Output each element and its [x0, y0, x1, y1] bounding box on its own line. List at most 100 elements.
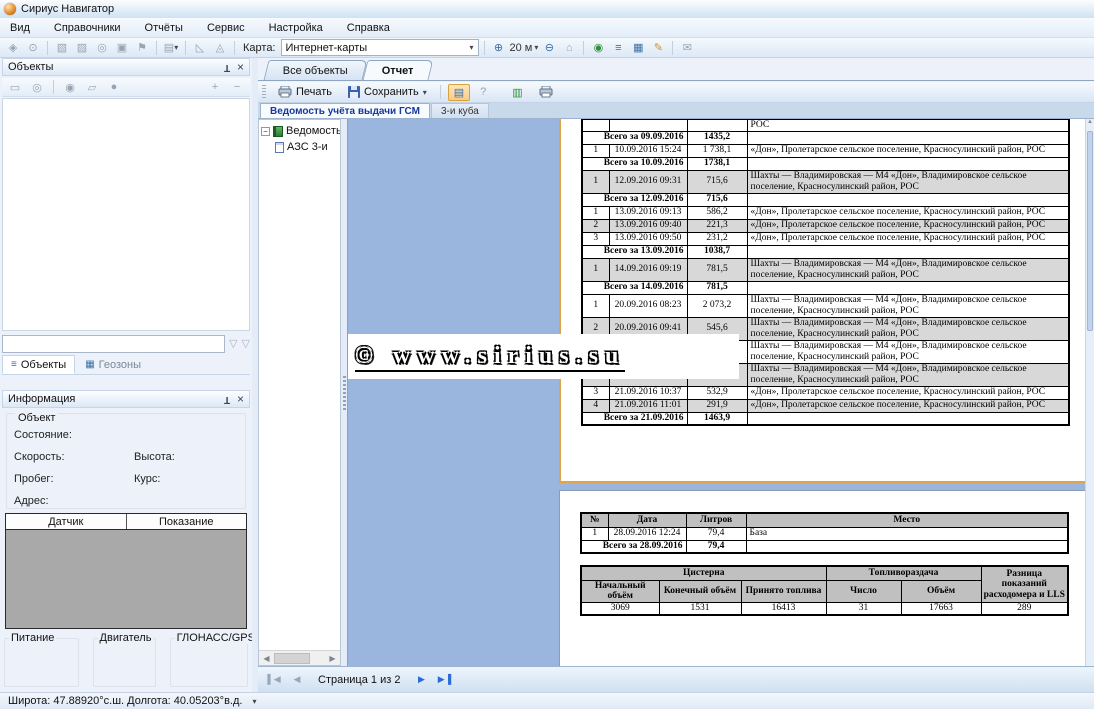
map-select-icon[interactable]: ▧ [53, 40, 71, 56]
home-icon[interactable]: ⌂ [560, 40, 578, 56]
list-icon: ≡ [11, 359, 17, 370]
tree-horizontal-scrollbar[interactable]: ◀ ▶ [259, 650, 340, 665]
report-book-button[interactable]: ▥ [506, 84, 528, 101]
report-total-row: Всего за 09.09.20161435,2 [582, 131, 1069, 144]
object-group-label: Объект [15, 412, 58, 424]
scroll-left-icon[interactable]: ◀ [259, 654, 274, 663]
tab-all-objects[interactable]: Все объекты [264, 60, 368, 80]
save-button-label: Сохранить [364, 86, 419, 98]
close-icon[interactable]: × [237, 62, 244, 73]
menu-item-0[interactable]: Вид [10, 22, 30, 34]
layers-icon[interactable]: ▤▾ [162, 40, 180, 56]
zoom-select-icon[interactable]: ⊙ [24, 40, 42, 56]
report-vertical-scrollbar[interactable]: ▲ [1085, 119, 1094, 666]
toolbar-grip[interactable] [262, 85, 266, 99]
menu-item-4[interactable]: Настройка [269, 22, 323, 34]
report-total-row: Всего за 14.09.2016781,5 [582, 281, 1069, 294]
zoom-in-icon[interactable]: ⊕ [490, 40, 508, 56]
tab-objects-label: Объекты [21, 359, 66, 371]
left-dock: Объекты T × ▭ ◎ ◉ ▱ ● + − ▽ ▽ ≡ Объекты … [0, 58, 252, 692]
print-button-label: Печать [296, 86, 332, 98]
scroll-thumb[interactable] [274, 653, 310, 664]
edit-icon[interactable]: ✎ [649, 40, 667, 56]
next-page-button[interactable]: ▶ [411, 671, 431, 689]
objects-panel-title: Объекты [8, 61, 53, 73]
save-button[interactable]: Сохранить ▾ [342, 84, 433, 100]
tree-item-child-label: АЗС 3-и [287, 141, 328, 153]
scroll-thumb[interactable] [1087, 131, 1093, 331]
filter-icon[interactable]: ▽ [229, 337, 237, 350]
toolbar-separator [156, 41, 157, 55]
tree-item-root-label: Ведомость [286, 125, 341, 137]
mail-icon[interactable]: ✉ [678, 40, 696, 56]
rect-select-icon[interactable]: ▣ [113, 40, 131, 56]
remove-object-icon[interactable]: − [228, 79, 246, 95]
objects-list[interactable] [2, 98, 250, 331]
report-total-row: Всего за 13.09.20161038,7 [582, 245, 1069, 258]
tab-report[interactable]: Отчет [362, 60, 433, 80]
tab-geozones[interactable]: ▦ Геозоны [77, 355, 149, 374]
tab-geozones-label: Геозоны [99, 359, 141, 371]
scroll-up-icon[interactable]: ▲ [1086, 119, 1094, 129]
menu-item-5[interactable]: Справка [347, 22, 390, 34]
last-page-button[interactable]: ▶▐ [434, 671, 454, 689]
map-source-select[interactable]: Интернет-карты ▾ [281, 39, 479, 56]
flag-icon[interactable]: ⚑ [133, 40, 151, 56]
route-icon[interactable]: ▨ [73, 40, 91, 56]
globe-icon[interactable]: ◉ [589, 40, 607, 56]
status-dropdown-icon[interactable]: ▾ [252, 697, 256, 706]
filter-clear-icon[interactable]: ▽ [242, 337, 250, 350]
measure-icon[interactable]: ◺ [191, 40, 209, 56]
menu-item-2[interactable]: Отчёты [145, 22, 183, 34]
report-tab-secondary[interactable]: 3-и куба [431, 103, 489, 118]
geozone-icon[interactable]: ▦ [629, 40, 647, 56]
fuel-issue-table-page2: №ДатаЛитровМесто128.09.2016 12:2479,4Баз… [580, 512, 1069, 554]
close-icon[interactable]: × [237, 394, 244, 405]
report-tab-active[interactable]: Ведомость учёта выдачи ГСМ [260, 103, 430, 118]
first-page-button[interactable]: ▌◀ [264, 671, 284, 689]
sensor-table-header: Датчик Показание [6, 514, 246, 530]
toolbar-separator [440, 85, 441, 99]
address-label: Адрес: [14, 495, 49, 507]
pin-icon[interactable]: T [224, 62, 230, 73]
scale-select[interactable]: 20 м ▾ [510, 42, 539, 54]
floppy-icon [348, 86, 360, 98]
menu-item-3[interactable]: Сервис [207, 22, 245, 34]
toggle-parameters-button[interactable]: ▤ [448, 84, 470, 101]
tree-expander-icon[interactable]: − [261, 127, 270, 136]
menu-item-1[interactable]: Справочники [54, 22, 121, 34]
engine-label: Двигатель [98, 632, 154, 644]
circle-select-icon[interactable]: ◎ [93, 40, 111, 56]
sphere-icon[interactable]: ● [105, 79, 123, 95]
vehicle-icon[interactable]: ▱ [83, 79, 101, 95]
tab-objects[interactable]: ≡ Объекты [2, 355, 75, 374]
truck-icon[interactable]: ▭ [6, 79, 24, 95]
tree-item-vedomost[interactable]: − Ведомость [259, 123, 340, 139]
pan-icon[interactable]: ◈ [4, 40, 22, 56]
object-list-icon[interactable]: ≡ [609, 40, 627, 56]
report-viewport[interactable]: РОСВсего за 09.09.20161435,2110.09.2016 … [347, 119, 1086, 666]
altitude-label: Высота: [134, 451, 175, 463]
zoom-out-icon[interactable]: ⊖ [540, 40, 558, 56]
coordinates-text: Широта: 47.88920°с.ш. Долгота: 40.05203°… [8, 695, 242, 707]
toolbar-separator [53, 80, 54, 94]
tree-item-azs[interactable]: АЗС 3-и [259, 139, 340, 155]
pin-icon[interactable]: T [224, 394, 230, 405]
report-page-icon [275, 142, 284, 153]
print-button[interactable]: Печать [272, 84, 338, 100]
follow-icon[interactable]: ◎ [28, 79, 46, 95]
alerts-icon[interactable]: ◬ [211, 40, 229, 56]
help-button[interactable]: ? [474, 84, 492, 100]
report-data-row: 421.09.2016 11:01291,9«Дон», Пролетарско… [582, 399, 1069, 412]
previous-page-button[interactable]: ◀ [287, 671, 307, 689]
scroll-right-icon[interactable]: ▶ [325, 654, 340, 663]
add-object-icon[interactable]: + [206, 79, 224, 95]
tab-all-objects-label: Все объекты [283, 65, 348, 77]
object-filter-input[interactable] [2, 335, 225, 353]
world-icon[interactable]: ◉ [61, 79, 79, 95]
report-data-row: 112.09.2016 09:31715,6Шахты — Владимиров… [582, 170, 1069, 193]
app-window: { "window": {"title": "Сириус Навигатор"… [0, 0, 1094, 709]
left-bottom-tabs: ≡ Объекты ▦ Геозоны [2, 355, 250, 375]
course-label: Курс: [134, 473, 160, 485]
page-setup-button[interactable] [533, 84, 559, 100]
